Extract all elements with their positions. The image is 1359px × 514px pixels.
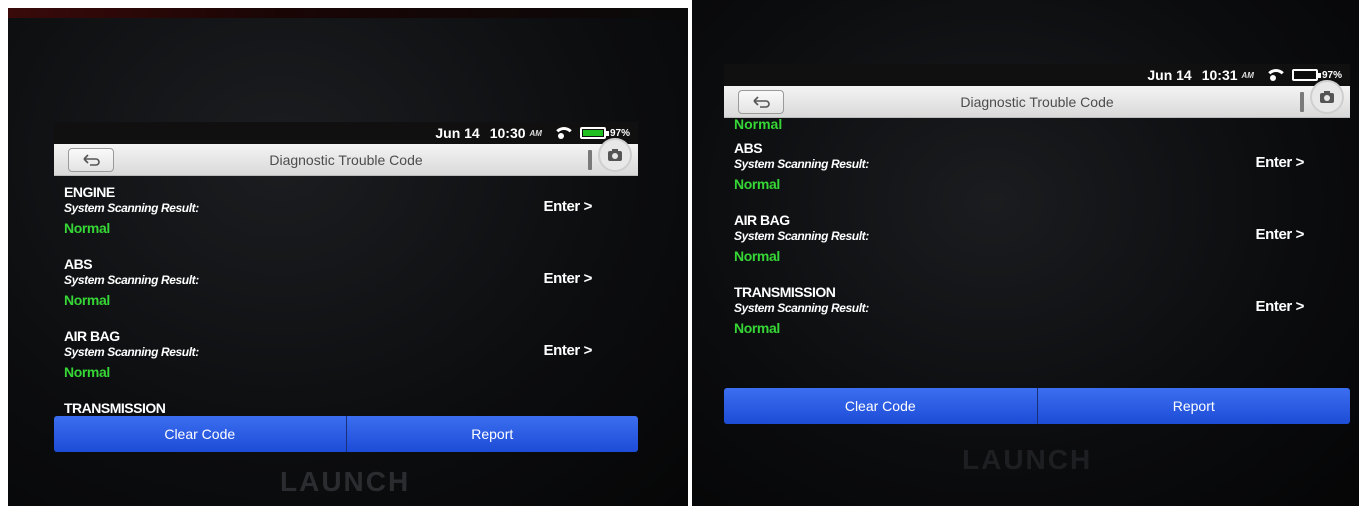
status-ampm: AM [1241,70,1254,80]
brand-logo: LAUNCH [962,444,1093,475]
screenshot-button[interactable] [1310,80,1344,114]
battery-icon [1291,69,1321,81]
scroll-marker [1300,92,1304,112]
title-bar: Diagnostic Trouble Code [724,80,1350,118]
enter-button[interactable]: Enter > [544,270,593,287]
system-name: TRANSMISSION [734,284,836,300]
list-item: TRANSMISSION System Scanning Result: Nor… [724,276,1350,348]
list-item: AIR BAG System Scanning Result: Normal E… [54,320,638,392]
list-item: ABS System Scanning Result: Normal Enter… [724,132,1350,204]
left-device-photo: Jun 14 10:30 AM 97% Diagnostic Trouble C… [8,8,688,506]
bottom-action-bar: Clear Code Report [54,416,638,452]
system-name: AIR BAG [64,328,120,344]
wifi-icon [552,127,575,139]
report-button[interactable]: Report [1038,388,1351,424]
battery-icon [579,127,609,139]
status-bar: Jun 14 10:31 AM 97% [724,64,1350,86]
back-arrow-icon [83,154,100,166]
system-name: TRANSMISSION [64,400,166,416]
system-list: ENGINE System Scanning Result: Normal En… [54,176,638,416]
back-button[interactable] [738,90,784,114]
screenshot-button[interactable] [598,138,632,172]
scan-status: Normal [64,292,110,308]
scan-status: Normal [734,176,780,192]
device-screen: Jun 14 10:30 AM 97% Diagnostic Trouble C… [54,122,638,452]
brand-logo: LAUNCH [280,466,411,497]
page-title: Diagnostic Trouble Code [269,151,423,168]
report-button[interactable]: Report [347,416,639,452]
scan-status: Normal [64,220,110,236]
system-list: Normal ABS System Scanning Result: Norma… [724,118,1350,388]
list-item: ABS System Scanning Result: Normal Enter… [54,248,638,320]
clear-code-button[interactable]: Clear Code [54,416,346,452]
scan-status: Normal [734,320,780,336]
list-item: AIR BAG System Scanning Result: Normal E… [724,204,1350,276]
title-bar: Diagnostic Trouble Code [54,138,638,176]
system-name: ABS [734,140,763,156]
system-name: ABS [64,256,93,272]
enter-button[interactable]: Enter > [1256,226,1305,243]
scan-status: Normal [734,118,783,132]
camera-icon [608,149,622,161]
scan-status: Normal [734,248,780,264]
status-ampm: AM [529,128,542,138]
status-bar: Jun 14 10:30 AM 97% [54,122,638,144]
bottom-action-bar: Clear Code Report [724,388,1350,424]
scroll-marker [588,150,592,170]
page-title: Diagnostic Trouble Code [960,93,1114,110]
system-name: AIR BAG [734,212,790,228]
clear-code-button[interactable]: Clear Code [724,388,1037,424]
enter-button[interactable]: Enter > [544,342,593,359]
enter-button[interactable]: Enter > [544,198,593,215]
status-time: 10:31 [1201,67,1238,83]
system-name: ENGINE [64,184,115,200]
back-arrow-icon [753,96,770,108]
battery-percent: 97% [609,127,630,139]
wifi-icon [1264,69,1287,81]
back-button[interactable] [68,148,114,172]
scan-status: Normal [64,364,110,380]
list-item: TRANSMISSION [54,392,638,416]
status-time: 10:30 [489,125,526,141]
status-date: Jun 14 [1147,67,1192,83]
device-screen: Jun 14 10:31 AM 97% Diagnostic Trouble C… [724,64,1350,424]
battery-percent: 97% [1321,69,1342,81]
enter-button[interactable]: Enter > [1256,298,1305,315]
status-date: Jun 14 [435,125,480,141]
enter-button[interactable]: Enter > [1256,154,1305,171]
list-item: ENGINE System Scanning Result: Normal En… [54,176,638,248]
right-device-photo: Jun 14 10:31 AM 97% Diagnostic Trouble C… [692,0,1359,506]
camera-icon [1320,91,1334,103]
